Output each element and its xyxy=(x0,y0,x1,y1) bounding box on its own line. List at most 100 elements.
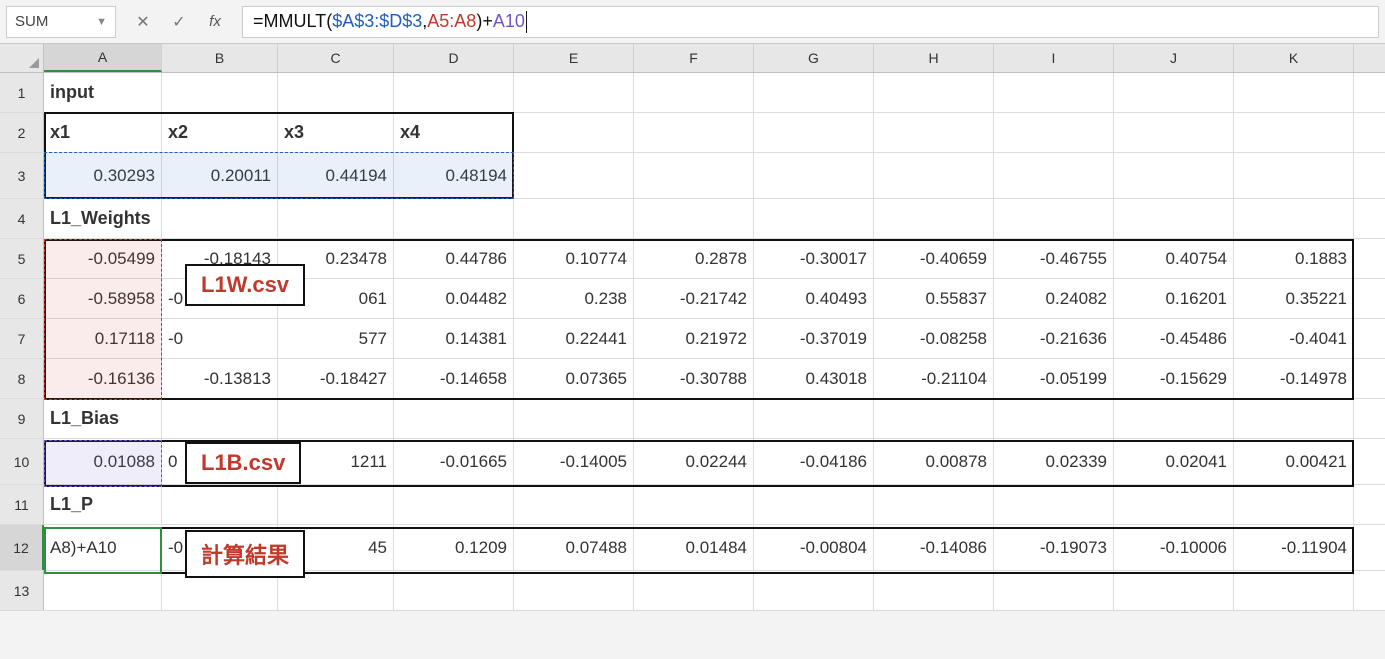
cell-G10[interactable]: -0.04186 xyxy=(754,439,874,484)
cell-F7[interactable]: 0.21972 xyxy=(634,319,754,358)
cell-A8[interactable]: -0.16136 xyxy=(44,359,162,398)
cell-A1[interactable]: input xyxy=(44,73,162,112)
cell[interactable] xyxy=(394,571,514,610)
cell[interactable] xyxy=(754,571,874,610)
name-box-dropdown-icon[interactable]: ▼ xyxy=(96,16,107,28)
cell-A9[interactable]: L1_Bias xyxy=(44,399,162,438)
cell[interactable] xyxy=(1114,153,1234,198)
cell[interactable] xyxy=(394,73,514,112)
cell-A12[interactable]: A8)+A10 xyxy=(44,525,162,570)
cell-A4[interactable]: L1_Weights xyxy=(44,199,162,238)
cell[interactable] xyxy=(874,113,994,152)
spreadsheet-grid[interactable]: A B C D E F G H I J K 1 input 2 x1 x2 x3… xyxy=(0,44,1385,611)
cell-F10[interactable]: 0.02244 xyxy=(634,439,754,484)
cell-F12[interactable]: 0.01484 xyxy=(634,525,754,570)
select-all-corner[interactable] xyxy=(0,44,44,72)
cell-J10[interactable]: 0.02041 xyxy=(1114,439,1234,484)
row-header-8[interactable]: 8 xyxy=(0,359,44,398)
cell-D10[interactable]: -0.01665 xyxy=(394,439,514,484)
cell-D12[interactable]: 0.1209 xyxy=(394,525,514,570)
row-header-4[interactable]: 4 xyxy=(0,199,44,238)
cell[interactable] xyxy=(1114,485,1234,524)
cell-H7[interactable]: -0.08258 xyxy=(874,319,994,358)
row-header-6[interactable]: 6 xyxy=(0,279,44,318)
row-header-5[interactable]: 5 xyxy=(0,239,44,278)
cell-G12[interactable]: -0.00804 xyxy=(754,525,874,570)
cell[interactable] xyxy=(514,153,634,198)
cell-F6[interactable]: -0.21742 xyxy=(634,279,754,318)
cell-J12[interactable]: -0.10006 xyxy=(1114,525,1234,570)
cell[interactable] xyxy=(634,153,754,198)
cell-F5[interactable]: 0.2878 xyxy=(634,239,754,278)
cell[interactable] xyxy=(394,485,514,524)
cell[interactable] xyxy=(874,199,994,238)
cell-C3[interactable]: 0.44194 xyxy=(278,153,394,198)
cell-E10[interactable]: -0.14005 xyxy=(514,439,634,484)
name-box[interactable]: SUM ▼ xyxy=(6,6,116,38)
cell-J5[interactable]: 0.40754 xyxy=(1114,239,1234,278)
cell[interactable] xyxy=(1114,113,1234,152)
col-header-D[interactable]: D xyxy=(394,44,514,72)
cell-E7[interactable]: 0.22441 xyxy=(514,319,634,358)
cell[interactable] xyxy=(278,199,394,238)
cell[interactable] xyxy=(994,399,1114,438)
cell-B2[interactable]: x2 xyxy=(162,113,278,152)
cell-D2[interactable]: x4 xyxy=(394,113,514,152)
cancel-icon[interactable]: ✕ xyxy=(134,12,152,32)
enter-icon[interactable]: ✓ xyxy=(170,12,188,32)
cell-E6[interactable]: 0.238 xyxy=(514,279,634,318)
cell-I7[interactable]: -0.21636 xyxy=(994,319,1114,358)
cell[interactable] xyxy=(874,571,994,610)
cell-K12[interactable]: -0.11904 xyxy=(1234,525,1354,570)
cell-A7[interactable]: 0.17118 xyxy=(44,319,162,358)
row-header-1[interactable]: 1 xyxy=(0,73,44,112)
cell[interactable] xyxy=(162,399,278,438)
cell[interactable] xyxy=(754,485,874,524)
cell-D7[interactable]: 0.14381 xyxy=(394,319,514,358)
cell[interactable] xyxy=(1234,199,1354,238)
cell[interactable] xyxy=(514,73,634,112)
cell-H12[interactable]: -0.14086 xyxy=(874,525,994,570)
cell[interactable] xyxy=(278,485,394,524)
cell[interactable] xyxy=(994,153,1114,198)
cell-A5[interactable]: -0.05499 xyxy=(44,239,162,278)
cell-K7[interactable]: -0.4041 xyxy=(1234,319,1354,358)
cell[interactable] xyxy=(754,199,874,238)
cell-E12[interactable]: 0.07488 xyxy=(514,525,634,570)
cell[interactable] xyxy=(874,153,994,198)
cell-J7[interactable]: -0.45486 xyxy=(1114,319,1234,358)
cell-A3[interactable]: 0.30293 xyxy=(44,153,162,198)
row-header-10[interactable]: 10 xyxy=(0,439,44,484)
cell-A6[interactable]: -0.58958 xyxy=(44,279,162,318)
row-header-12[interactable]: 12 xyxy=(0,525,44,570)
cell[interactable] xyxy=(44,571,162,610)
cell-E5[interactable]: 0.10774 xyxy=(514,239,634,278)
cell-D5[interactable]: 0.44786 xyxy=(394,239,514,278)
cell[interactable] xyxy=(278,399,394,438)
cell[interactable] xyxy=(162,199,278,238)
cell-D3[interactable]: 0.48194 xyxy=(394,153,514,198)
cell[interactable] xyxy=(514,399,634,438)
cell[interactable] xyxy=(1234,399,1354,438)
col-header-G[interactable]: G xyxy=(754,44,874,72)
cell[interactable] xyxy=(394,399,514,438)
col-header-I[interactable]: I xyxy=(994,44,1114,72)
row-header-3[interactable]: 3 xyxy=(0,153,44,198)
cell[interactable] xyxy=(162,73,278,112)
cell[interactable] xyxy=(634,199,754,238)
cell-H10[interactable]: 0.00878 xyxy=(874,439,994,484)
cell-G8[interactable]: 0.43018 xyxy=(754,359,874,398)
col-header-J[interactable]: J xyxy=(1114,44,1234,72)
cell[interactable] xyxy=(1114,571,1234,610)
cell[interactable] xyxy=(1234,113,1354,152)
cell[interactable] xyxy=(278,73,394,112)
cell-C7[interactable]: 577 xyxy=(278,319,394,358)
cell-K6[interactable]: 0.35221 xyxy=(1234,279,1354,318)
col-header-C[interactable]: C xyxy=(278,44,394,72)
cell-J8[interactable]: -0.15629 xyxy=(1114,359,1234,398)
cell[interactable] xyxy=(754,153,874,198)
cell-E8[interactable]: 0.07365 xyxy=(514,359,634,398)
cell[interactable] xyxy=(994,199,1114,238)
cell[interactable] xyxy=(994,485,1114,524)
cell[interactable] xyxy=(1114,199,1234,238)
